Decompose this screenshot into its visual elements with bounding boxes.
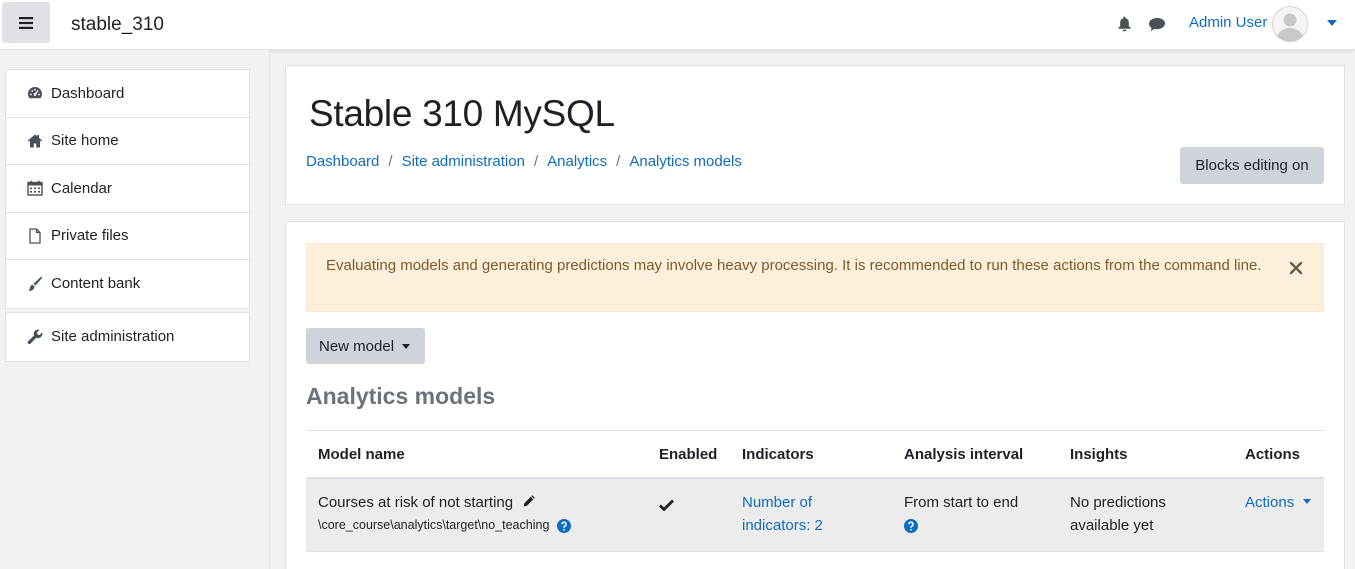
- chat-icon[interactable]: [1148, 17, 1166, 32]
- nav-drawer: Dashboard Site home Calendar Private fil…: [0, 50, 270, 569]
- user-menu-name[interactable]: Admin User: [1189, 14, 1267, 31]
- insights-text-line1: No predictions: [1070, 494, 1166, 511]
- nav-item-calendar[interactable]: Calendar: [6, 165, 249, 213]
- warning-alert: Evaluating models and generating predict…: [306, 243, 1324, 312]
- nav-item-content-bank[interactable]: Content bank: [6, 260, 249, 308]
- help-icon[interactable]: [904, 519, 918, 534]
- column-header-actions: Actions: [1245, 446, 1301, 463]
- pencil-icon[interactable]: [522, 494, 536, 508]
- file-icon: [26, 228, 43, 244]
- section-title: Analytics models: [306, 383, 496, 409]
- breadcrumb-dashboard[interactable]: Dashboard: [306, 153, 379, 170]
- model-name-cell: Courses at risk of not starting \core_co…: [318, 491, 571, 537]
- nav-item-label: Site home: [51, 132, 119, 150]
- breadcrumb-separator: /: [616, 153, 621, 170]
- menu-toggle-button[interactable]: [2, 2, 50, 43]
- model-name: Courses at risk of not starting: [318, 494, 514, 511]
- insights-text-line2: available yet: [1070, 517, 1154, 534]
- chevron-down-icon[interactable]: [1327, 20, 1337, 26]
- nav-item-site-home[interactable]: Site home: [6, 118, 249, 165]
- breadcrumb-separator: /: [533, 153, 539, 170]
- alert-text: Evaluating models and generating predict…: [326, 257, 1262, 274]
- models-table: Model name Enabled Indicators Analysis i…: [306, 430, 1324, 552]
- bell-icon[interactable]: [1117, 16, 1132, 32]
- table-row: Courses at risk of not starting \core_co…: [306, 479, 1324, 552]
- indicators-link-line1[interactable]: Number of: [742, 491, 823, 514]
- site-name[interactable]: stable_310: [71, 14, 164, 36]
- nav-item-label: Content bank: [51, 275, 141, 293]
- breadcrumb-analytics-models[interactable]: Analytics models: [629, 153, 742, 170]
- column-header-analysis-interval: Analysis interval: [904, 446, 1024, 463]
- help-icon[interactable]: [556, 518, 571, 533]
- breadcrumb-separator: /: [388, 153, 393, 170]
- nav-item-label: Private files: [51, 227, 129, 245]
- nav-drawer-admin: Site administration: [5, 312, 250, 362]
- indicators-cell[interactable]: Number of indicators: 2: [742, 491, 823, 537]
- nav-item-label: Site administration: [51, 328, 175, 346]
- actions-label: Actions: [1245, 494, 1295, 511]
- indicators-link-line2[interactable]: indicators: 2: [742, 514, 823, 537]
- table-header: Model name Enabled Indicators Analysis i…: [306, 430, 1324, 479]
- model-target: \core_course\analytics\target\no_teachin…: [318, 518, 550, 532]
- nav-drawer-main: Dashboard Site home Calendar Private fil…: [5, 69, 250, 309]
- column-header-model-name: Model name: [318, 446, 405, 463]
- nav-item-private-files[interactable]: Private files: [6, 213, 249, 260]
- top-navbar: stable_310 Admin User: [0, 0, 1355, 50]
- new-model-button[interactable]: New model: [306, 328, 425, 364]
- page-title: Stable 310 MySQL: [309, 93, 615, 134]
- avatar[interactable]: [1272, 6, 1308, 42]
- blocks-editing-button[interactable]: Blocks editing on: [1180, 147, 1324, 184]
- actions-cell: Actions: [1245, 491, 1312, 514]
- check-icon: [659, 499, 674, 512]
- breadcrumb: Dashboard / Site administration / Analyt…: [306, 153, 742, 170]
- close-icon[interactable]: [1289, 261, 1303, 275]
- dashboard-icon: [26, 85, 43, 101]
- page-header-card: [285, 65, 1345, 205]
- calendar-icon: [26, 180, 43, 196]
- nav-item-label: Calendar: [51, 179, 112, 197]
- actions-menu-button[interactable]: Actions: [1245, 494, 1312, 511]
- brush-icon: [26, 276, 43, 292]
- nav-item-dashboard[interactable]: Dashboard: [6, 70, 249, 118]
- breadcrumb-analytics[interactable]: Analytics: [547, 153, 607, 170]
- user-avatar-icon: [1272, 6, 1308, 42]
- new-model-label: New model: [319, 337, 395, 355]
- menu-icon: [19, 16, 33, 29]
- nav-item-site-administration[interactable]: Site administration: [6, 313, 249, 361]
- column-header-insights: Insights: [1070, 446, 1128, 463]
- wrench-icon: [26, 329, 43, 345]
- breadcrumb-site-administration[interactable]: Site administration: [402, 153, 525, 170]
- nav-item-label: Dashboard: [51, 84, 125, 102]
- caret-down-icon: [402, 343, 411, 349]
- enabled-cell: [659, 495, 674, 518]
- column-header-indicators: Indicators: [742, 446, 814, 463]
- interval-cell: From start to end: [904, 491, 1018, 537]
- column-header-enabled: Enabled: [659, 446, 718, 463]
- interval-text: From start to end: [904, 494, 1019, 511]
- caret-down-icon: [1303, 499, 1312, 504]
- insights-cell: No predictions available yet: [1070, 491, 1166, 537]
- home-icon: [26, 133, 43, 149]
